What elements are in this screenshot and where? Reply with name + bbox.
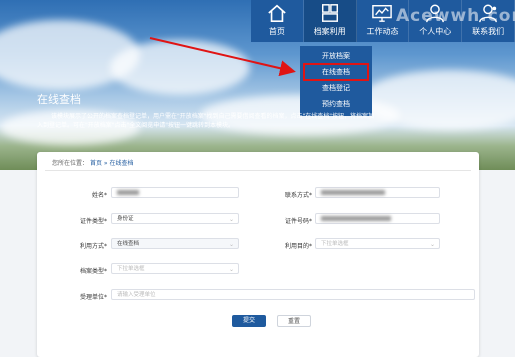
divider <box>45 170 471 171</box>
name-label: 姓名* <box>91 192 107 199</box>
home-icon <box>268 4 286 22</box>
watermark: Acewwh.com <box>396 6 515 26</box>
breadcrumb: 您所在位置： 首页 » 在线查档 <box>52 158 133 167</box>
dropdown-item-query-register[interactable]: 查档登记 <box>300 80 372 96</box>
id-no-label: 证件号码* <box>284 218 312 225</box>
archive-type-select[interactable]: 下拉单选框 ⌄ <box>111 263 239 274</box>
id-type-select[interactable]: 身份证 ⌄ <box>111 213 239 224</box>
nav-label-archive-use: 档案利用 <box>313 27 346 36</box>
work-news-icon <box>372 5 393 22</box>
breadcrumb-prefix: 您所在位置： <box>52 160 89 167</box>
archive-type-label: 档案类型* <box>79 268 107 275</box>
archive-use-icon <box>321 4 338 22</box>
archive-type-placeholder: 下拉单选框 <box>117 266 145 272</box>
method-label: 利用方式* <box>79 243 107 250</box>
chevron-down-icon: ⌄ <box>228 266 234 273</box>
phone-label: 联系方式* <box>284 192 312 199</box>
method-select[interactable]: 在线查档 ⌄ <box>111 238 239 249</box>
breadcrumb-home[interactable]: 首页 <box>90 160 102 167</box>
chevron-down-icon: ⌄ <box>429 241 435 248</box>
method-value: 在线查档 <box>117 241 140 247</box>
dropdown-item-reserve-query[interactable]: 预约查档 <box>300 96 372 112</box>
nav-label-user-center: 个人中心 <box>419 27 452 36</box>
breadcrumb-current: 在线查档 <box>109 160 134 167</box>
unit-field[interactable]: 请输入受理单位 <box>111 289 475 300</box>
phone-field[interactable] <box>315 187 440 198</box>
page-description: 该模块展示了公开的档案查档登记单，用户需在"开放档案"找到自己需要借阅查看的档案… <box>37 113 375 129</box>
chevron-down-icon: ⌄ <box>228 216 234 223</box>
dropdown-item-online-query[interactable]: 在线查档 <box>303 63 369 81</box>
unit-placeholder: 请输入受理单位 <box>117 292 156 298</box>
nav-item-archive-use[interactable]: 档案利用 <box>303 0 357 42</box>
unit-label: 受理单位* <box>79 294 107 301</box>
chevron-down-icon: ⌄ <box>228 241 234 248</box>
dropdown-item-open-archive[interactable]: 开放档案 <box>300 48 372 64</box>
reset-button[interactable]: 重置 <box>277 315 311 327</box>
nav-label-home: 首页 <box>268 27 285 36</box>
breadcrumb-sep: » <box>103 160 108 167</box>
id-type-label: 证件类型* <box>79 218 107 225</box>
purpose-select[interactable]: 下拉单选框 ⌄ <box>315 238 440 249</box>
name-field[interactable] <box>111 187 239 198</box>
id-type-value: 身份证 <box>117 216 134 222</box>
archive-use-dropdown: 开放档案 在线查档 查档登记 预约查档 <box>300 46 372 116</box>
query-form-card: 您所在位置： 首页 » 在线查档 姓名* 联系方式* 证件类型* 身份证 ⌄ 证件… <box>37 152 479 357</box>
nav-label-contact: 联系我们 <box>472 27 505 36</box>
nav-item-home[interactable]: 首页 <box>251 0 304 42</box>
page-title: 在线查档 <box>37 93 81 106</box>
id-no-field[interactable] <box>315 213 440 224</box>
purpose-label: 利用目的* <box>284 243 312 250</box>
purpose-placeholder: 下拉单选框 <box>321 241 349 247</box>
nav-label-work-news: 工作动态 <box>366 27 399 36</box>
submit-button[interactable]: 提交 <box>232 315 266 327</box>
